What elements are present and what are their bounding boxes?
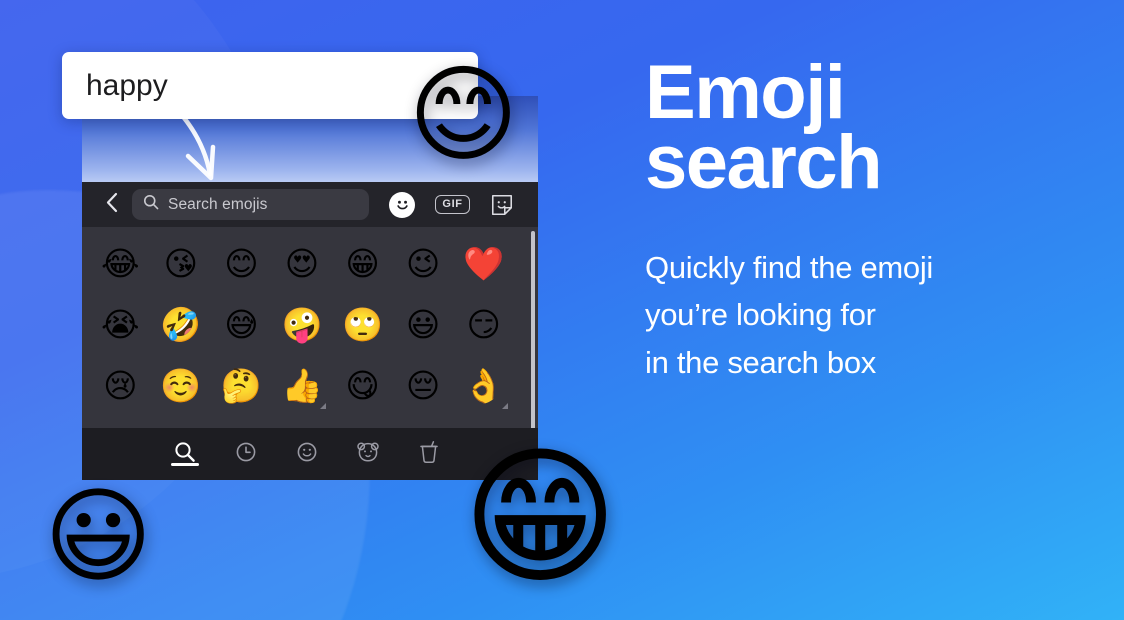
emoji-glyph: 😉 bbox=[405, 244, 441, 283]
emoji-glyph: 👌 bbox=[463, 366, 505, 405]
emoji-glyph: 😭 bbox=[101, 305, 140, 344]
emoji-smiley-icon[interactable] bbox=[389, 191, 416, 218]
gif-icon[interactable]: GIF bbox=[435, 195, 470, 214]
emoji-thinking-face[interactable]: 🤔 bbox=[211, 355, 272, 416]
emoji-glyph: ❤️ bbox=[463, 244, 505, 283]
search-emojis-placeholder: Search emojis bbox=[168, 195, 268, 213]
search-input-value: happy bbox=[86, 68, 168, 102]
emoji-glyph: 😢 bbox=[103, 366, 138, 405]
emoji-glyph: 😂 bbox=[101, 244, 140, 283]
category-animals[interactable] bbox=[337, 441, 398, 468]
emoji-zany-face[interactable]: 🤪 bbox=[272, 294, 333, 355]
emoji-glyph: 🤪 bbox=[281, 305, 323, 344]
emoji-face-savoring-food[interactable]: 😋 bbox=[332, 355, 393, 416]
subtitle-line-3: in the search box bbox=[645, 344, 876, 380]
emoji-glyph: 😁 bbox=[345, 244, 380, 283]
emoji-glyph: 😋 bbox=[345, 366, 380, 405]
emoji-thumbs-up[interactable]: 👍 bbox=[272, 355, 333, 416]
emoji-rolling-on-the-floor-laughing[interactable]: 🤣 bbox=[151, 294, 212, 355]
emoji-glyph: 👍 bbox=[281, 366, 323, 405]
emoji-loudly-crying-face[interactable]: 😭 bbox=[90, 294, 151, 355]
emoji-beaming-face-with-smiling-eyes[interactable]: 😁 bbox=[332, 233, 393, 294]
skin-tone-variant-indicator[interactable] bbox=[502, 403, 508, 409]
search-icon bbox=[143, 194, 159, 215]
emoji-grinning-face-with-sweat[interactable]: 😅 bbox=[211, 294, 272, 355]
promo-subtitle: Quickly find the emoji you’re looking fo… bbox=[645, 244, 1075, 386]
page-title: Emoji search bbox=[645, 55, 1075, 205]
emoji-face-blowing-a-kiss[interactable]: 😘 bbox=[151, 233, 212, 294]
search-emojis-input[interactable]: Search emojis bbox=[132, 189, 369, 220]
active-tab-underline bbox=[170, 463, 199, 466]
keyboard-category-bar bbox=[82, 428, 538, 480]
skin-tone-variant-indicator[interactable] bbox=[320, 403, 327, 409]
emoji-pensive-face[interactable]: 😔 bbox=[393, 355, 454, 416]
animal-bear-icon bbox=[356, 441, 380, 468]
emoji-crying-face[interactable]: 😢 bbox=[90, 355, 151, 416]
emoji-glyph: 😏 bbox=[466, 305, 501, 344]
sticker-icon[interactable] bbox=[490, 193, 514, 217]
emoji-glyph: ☺️ bbox=[160, 366, 202, 405]
emoji-smiling-face-with-smiling-eyes[interactable]: 😊 bbox=[211, 233, 272, 294]
emoji-results-grid[interactable]: 😂😘😊😍😁😉❤️😭🤣😅🤪🙄😃😏😢☺️🤔👍😋😔👌😎😄😬 bbox=[82, 227, 538, 446]
back-button[interactable] bbox=[96, 190, 126, 220]
keyboard-mode-switcher: GIF bbox=[369, 191, 524, 218]
smiley-face-icon bbox=[296, 441, 318, 468]
emoji-ok-hand[interactable]: 👌 bbox=[453, 355, 514, 416]
category-recent[interactable] bbox=[215, 441, 276, 468]
category-search[interactable] bbox=[154, 441, 215, 468]
promo-banner: Search emojis GIF 😂 😘 😊 😍 😁 😉 ❤️ 😭 🤣 😅 🤪… bbox=[0, 0, 1124, 620]
emoji-glyph: 🤔 bbox=[220, 366, 262, 405]
emoji-grid-scrollbar[interactable] bbox=[531, 231, 535, 431]
emoji-glyph: 🤣 bbox=[160, 305, 202, 344]
emoji-glyph: 😊 bbox=[224, 244, 259, 283]
emoji-glyph: 😔 bbox=[405, 366, 441, 405]
emoji-glyph: 😅 bbox=[224, 305, 259, 344]
emoji-face-with-rolling-eyes[interactable]: 🙄 bbox=[332, 294, 393, 355]
emoji-grinning-face-with-big-eyes[interactable]: 😃 bbox=[393, 294, 454, 355]
floating-grinning-face-with-big-eyes: 😃 bbox=[44, 475, 153, 597]
emoji-glyph: 😍 bbox=[284, 244, 320, 283]
emoji-winking-face[interactable]: 😉 bbox=[393, 233, 454, 294]
search-input-card[interactable]: happy bbox=[62, 52, 478, 119]
emoji-face-with-tears-of-joy[interactable]: 😂 bbox=[90, 233, 151, 294]
clock-recent-icon bbox=[235, 441, 257, 468]
subtitle-line-1: Quickly find the emoji bbox=[645, 249, 934, 285]
emoji-keyboard-panel: Search emojis GIF 😂 😘 😊 😍 😁 😉 ❤️ 😭 🤣 😅 🤪… bbox=[82, 182, 538, 480]
emoji-smiling-face[interactable]: ☺️ bbox=[151, 355, 212, 416]
category-smileys[interactable] bbox=[276, 441, 337, 468]
emoji-grid-rows: 😂😘😊😍😁😉❤️😭🤣😅🤪🙄😃😏😢☺️🤔👍😋😔👌😎😄😬 bbox=[82, 233, 522, 446]
emoji-red-heart[interactable]: ❤️ bbox=[453, 233, 514, 294]
food-drink-cup-icon bbox=[418, 440, 440, 469]
phone-device-mock: Search emojis GIF 😂 😘 😊 😍 😁 😉 ❤️ 😭 🤣 😅 🤪… bbox=[82, 87, 538, 480]
subtitle-line-2: you’re looking for bbox=[645, 297, 876, 333]
emoji-glyph: 😘 bbox=[163, 244, 199, 283]
emoji-glyph: 😃 bbox=[405, 305, 441, 344]
emoji-smiling-face-with-heart-eyes[interactable]: 😍 bbox=[272, 233, 333, 294]
emoji-smirking-face[interactable]: 😏 bbox=[453, 294, 514, 355]
promo-copy: Emoji search Quickly find the emoji you’… bbox=[645, 55, 1075, 386]
chevron-left-icon bbox=[105, 192, 118, 218]
keyboard-top-bar: Search emojis GIF bbox=[82, 182, 538, 227]
headline-line-2: search bbox=[645, 119, 883, 205]
category-food-drink[interactable] bbox=[398, 440, 459, 469]
emoji-glyph: 🙄 bbox=[342, 305, 384, 344]
